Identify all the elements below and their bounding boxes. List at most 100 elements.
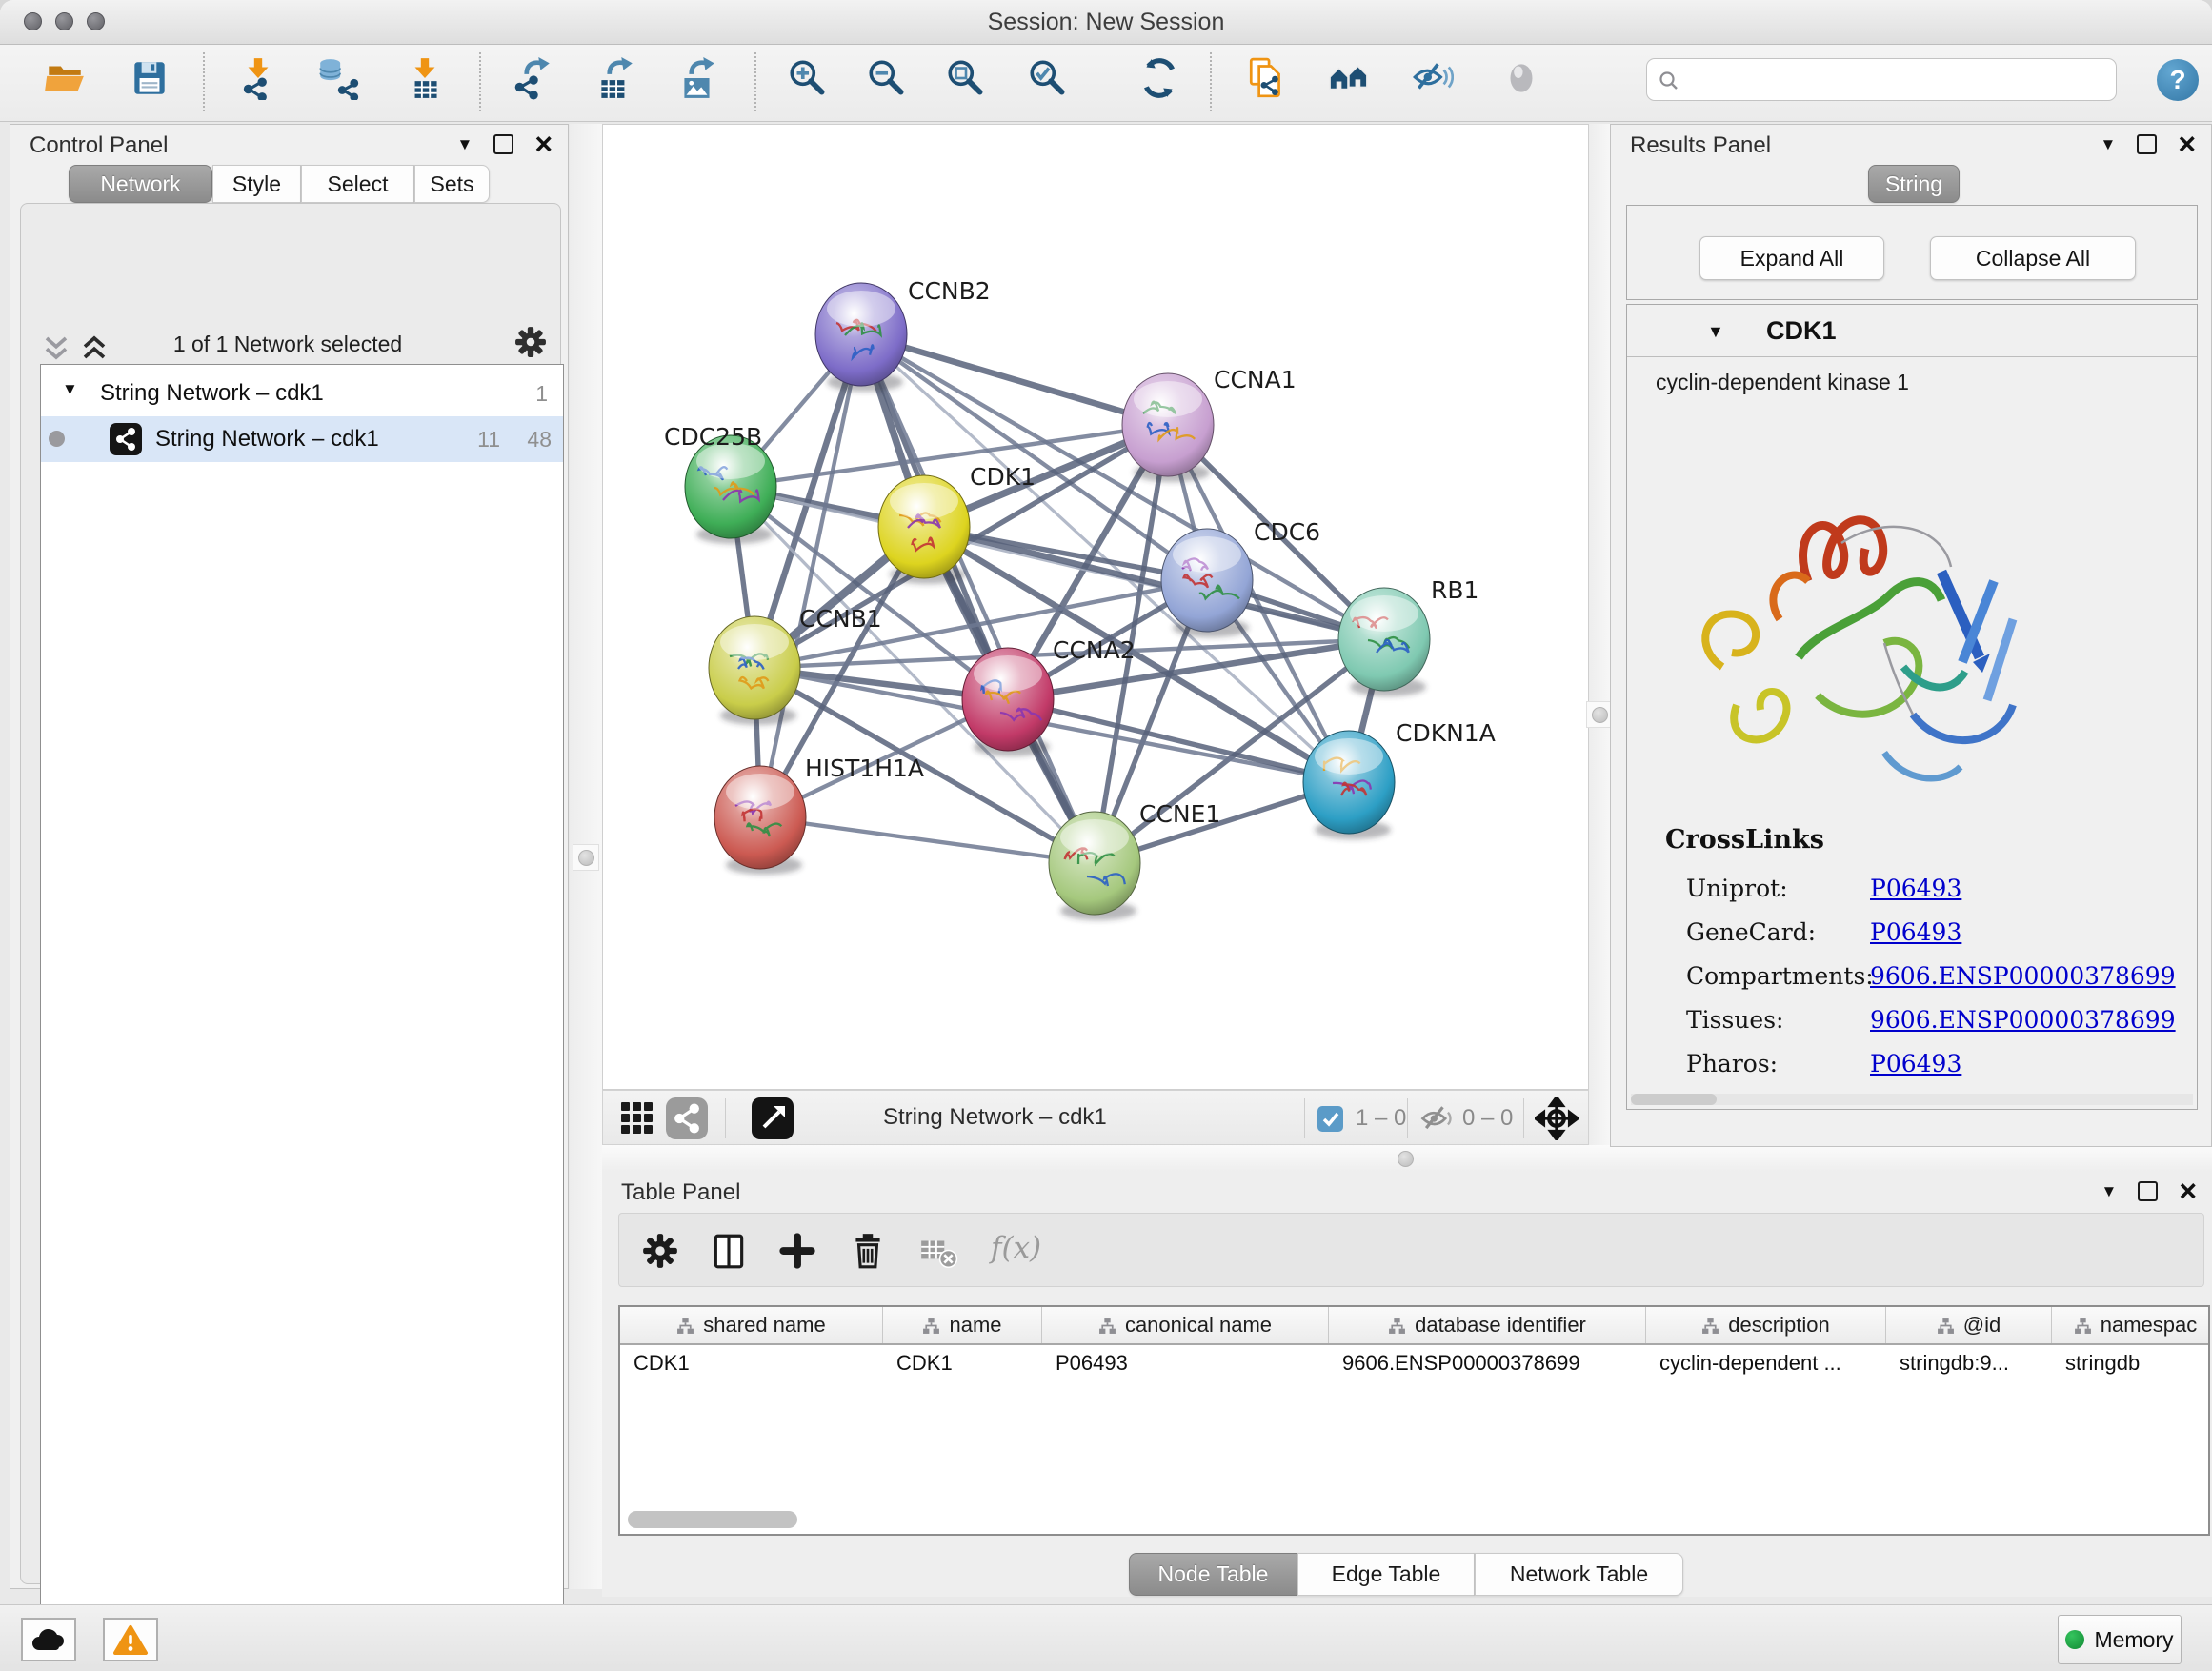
panel-close-icon[interactable]: × [2178,136,2196,152]
vertical-splitter-right[interactable] [1589,124,1610,1145]
save-session-icon[interactable] [125,53,174,103]
table-horizontal-scrollbar-thumb[interactable] [628,1511,797,1528]
column-header-namespac[interactable]: namespac [2052,1307,2210,1343]
network-name: String Network – cdk1 [155,426,379,453]
node-label: CDC6 [1254,518,1320,546]
hidden-count: 0 – 0 [1462,1105,1513,1132]
column-header-shared-name[interactable]: shared name [620,1307,883,1343]
network-node-CCNA2[interactable] [962,648,1054,751]
column-header-name[interactable]: name [883,1307,1042,1343]
network-view-share-icon[interactable] [666,1097,708,1139]
collapse-all-icon[interactable] [42,333,70,362]
export-table-icon[interactable] [591,53,640,103]
hide-selected-eye-icon[interactable] [1407,53,1457,103]
import-network-database-icon[interactable] [312,53,362,103]
export-image-icon[interactable] [673,53,722,103]
zoom-selected-icon[interactable] [1023,53,1073,103]
section-expander-icon[interactable]: ▼ [1707,322,1724,342]
tab-edge-table[interactable]: Edge Table [1297,1553,1475,1596]
table-panel-title: Table Panel [621,1179,740,1206]
column-attribute-icon [1388,1317,1406,1335]
network-node-CDK1[interactable] [878,475,970,578]
network-node-CCNA1[interactable] [1122,373,1214,476]
edge-count: 48 [527,427,552,453]
delete-column-trash-icon[interactable] [848,1231,888,1271]
network-node-CDC25B[interactable] [685,435,776,538]
horizontal-scrollbar[interactable] [1631,1094,2193,1105]
column-header-canonical-name[interactable]: canonical name [1042,1307,1329,1343]
network-node-RB1[interactable] [1338,588,1430,691]
network-node-HIST1H1A[interactable] [714,766,806,869]
panel-close-icon[interactable]: × [534,136,553,152]
tab-network-table[interactable]: Network Table [1475,1553,1683,1596]
search-input[interactable] [1685,67,2116,93]
show-columns-icon[interactable] [709,1231,749,1271]
houses-icon[interactable] [1324,53,1374,103]
tab-select[interactable]: Select [301,165,414,203]
tree-expander-icon[interactable]: ▼ [62,380,78,399]
table-row[interactable]: CDK1CDK1P064939606.ENSP00000378699cyclin… [620,1345,2208,1381]
tab-sets[interactable]: Sets [414,165,490,203]
warning-icon [112,1623,149,1656]
network-view-canvas[interactable]: CCNB2CCNA1CDC25BCDK1CDC6RB1CCNB1CCNA2CDK… [602,124,1589,1090]
network-node-CCNB1[interactable] [709,616,800,719]
import-network-file-icon[interactable] [233,53,283,103]
expand-all-button[interactable]: Expand All [1699,236,1884,280]
panel-float-icon[interactable] [493,134,513,154]
new-network-from-selection-icon[interactable] [1242,53,1292,103]
tab-network[interactable]: Network [69,165,212,203]
tab-style[interactable]: Style [212,165,301,203]
cloud-button[interactable] [21,1618,76,1661]
help-icon[interactable]: ? [2157,59,2199,101]
results-controls-box: Expand All Collapse All [1626,205,2198,300]
column-attribute-icon [676,1317,694,1335]
export-network-icon[interactable] [508,53,557,103]
collapse-all-button[interactable]: Collapse All [1930,236,2136,280]
zoom-fit-icon[interactable] [941,53,991,103]
crosslink-link[interactable]: P06493 [1870,918,1961,946]
crosslink-link[interactable]: 9606.ENSP00000378699 [1870,1006,2176,1034]
column-header-description[interactable]: description [1646,1307,1886,1343]
network-node-CDKN1A[interactable] [1303,731,1395,834]
panel-menu-icon[interactable]: ▼ [2101,1182,2117,1201]
network-node-CCNB2[interactable] [815,283,907,386]
selected-checkbox-icon[interactable] [1317,1106,1343,1132]
import-table-file-icon[interactable] [400,53,450,103]
open-folder-icon[interactable] [40,53,90,103]
network-node-CCNE1[interactable] [1049,812,1140,915]
tab-node-table[interactable]: Node Table [1129,1553,1297,1596]
pan-crosshair-icon[interactable] [1535,1097,1579,1140]
panel-float-icon[interactable] [2138,1181,2158,1201]
gene-section-header[interactable]: ▼ CDK1 [1627,305,2197,357]
crosslink-link[interactable]: P06493 [1870,875,1961,902]
horizontal-splitter[interactable] [602,1145,2212,1172]
column-header-database-identifier[interactable]: database identifier [1329,1307,1646,1343]
search-icon [1659,70,1678,90]
separator [1523,1098,1524,1138]
table-gear-icon[interactable] [640,1231,680,1271]
grid-view-icon[interactable] [618,1099,656,1137]
protein-structure-image [1665,467,2065,810]
network-row-selected[interactable]: String Network – cdk1 11 48 [41,416,563,462]
search-box[interactable] [1646,58,2117,101]
vertical-splitter-left[interactable] [570,124,602,1589]
warning-button[interactable] [103,1618,158,1661]
add-column-icon[interactable] [777,1231,817,1271]
column-header--id[interactable]: @id [1886,1307,2052,1343]
network-node-CDC6[interactable] [1161,529,1253,632]
zoom-in-icon[interactable] [783,53,833,103]
birdseye-view-icon[interactable] [752,1097,794,1139]
show-all-eye-icon[interactable] [1497,53,1546,103]
panel-float-icon[interactable] [2137,134,2157,154]
panel-close-icon[interactable]: × [2179,1183,2197,1199]
zoom-out-icon[interactable] [862,53,912,103]
gear-icon[interactable] [514,326,547,358]
memory-button[interactable]: Memory [2058,1615,2182,1664]
network-collection-row[interactable]: ▼ String Network – cdk1 1 [41,371,563,416]
crosslink-link[interactable]: 9606.ENSP00000378699 [1870,962,2176,990]
tab-string[interactable]: String [1868,165,1960,203]
refresh-icon[interactable] [1135,53,1184,103]
panel-menu-icon[interactable]: ▼ [456,135,473,154]
panel-menu-icon[interactable]: ▼ [2100,135,2116,154]
crosslink-link[interactable]: P06493 [1870,1050,1961,1077]
